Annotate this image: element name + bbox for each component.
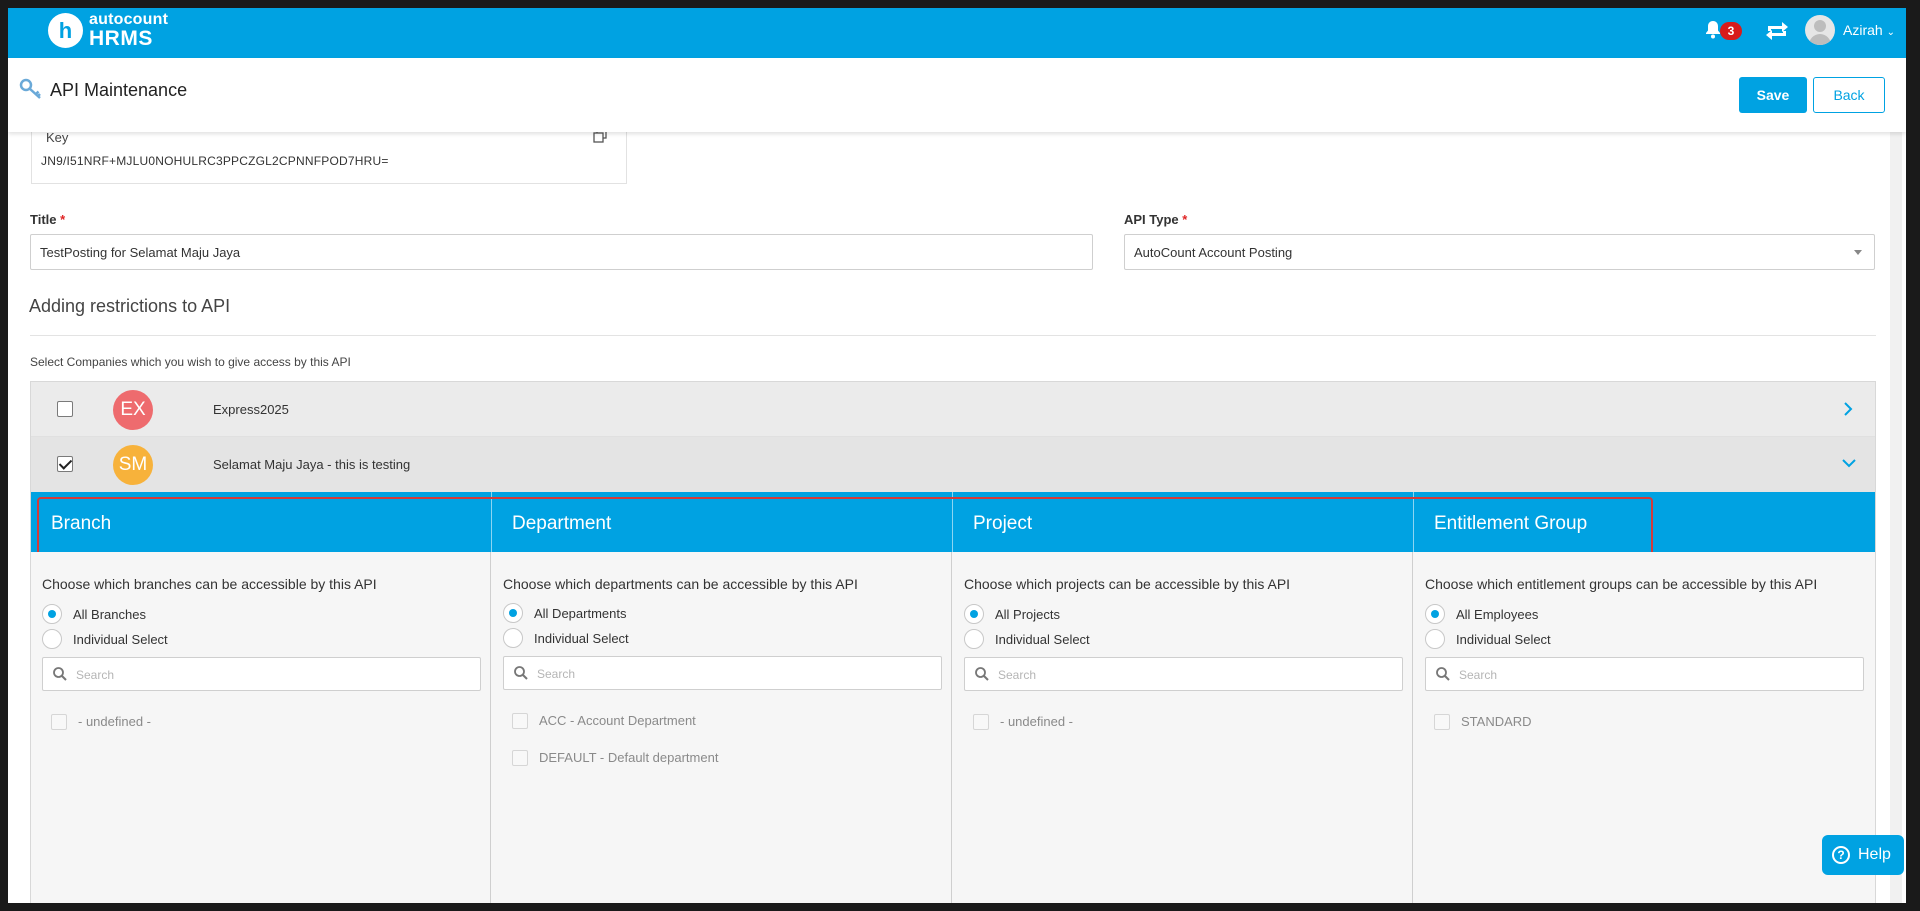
branch-search-input[interactable]: Search <box>42 657 481 691</box>
chevron-down-icon: ⌄ <box>1886 27 1895 38</box>
required-mark: * <box>1182 212 1188 227</box>
user-avatar[interactable] <box>1805 15 1835 45</box>
search-placeholder: Search <box>76 668 115 682</box>
search-icon <box>513 665 529 686</box>
notification-count-badge: 3 <box>1720 22 1742 40</box>
item-checkbox[interactable] <box>51 714 67 730</box>
page-header: API Maintenance Save Back <box>8 58 1906 132</box>
radio-individual-select-label: Individual Select <box>73 632 168 647</box>
api-key-box: Key JN9/I51NRF+MJLU0NOHULRC3PPCZGL2CPNNF… <box>31 126 627 184</box>
restriction-columns: Choose which branches can be accessible … <box>31 552 1875 903</box>
radio-all-branches-label: All Branches <box>73 607 146 622</box>
key-label: Key <box>46 130 69 145</box>
title-input[interactable]: TestPosting for Selamat Maju Jaya <box>30 234 1093 270</box>
api-type-value: AutoCount Account Posting <box>1134 245 1293 260</box>
radio-all-employees[interactable] <box>1425 604 1445 624</box>
user-menu[interactable]: Azirah ⌄ <box>1843 22 1895 38</box>
item-checkbox[interactable] <box>973 714 989 730</box>
radio-all-departments[interactable] <box>503 603 523 623</box>
logo-line1: autocount <box>89 11 169 28</box>
radio-individual-select-label: Individual Select <box>995 632 1090 647</box>
company-row-express2025[interactable]: EX Express2025 <box>31 382 1875 437</box>
company-name: Selamat Maju Jaya - this is testing <box>213 457 411 472</box>
company-name: Express2025 <box>213 402 289 417</box>
restrictions-heading: Adding restrictions to API <box>29 296 231 316</box>
radio-all-departments-label: All Departments <box>534 606 627 621</box>
back-button[interactable]: Back <box>1813 77 1885 113</box>
username-label: Azirah <box>1843 22 1883 38</box>
logo-line2: HRMS <box>89 27 153 50</box>
radio-individual-select[interactable] <box>503 628 523 648</box>
branch-column: Choose which branches can be accessible … <box>31 552 491 903</box>
list-item-label: STANDARD <box>1461 714 1532 729</box>
radio-all-projects-label: All Projects <box>995 607 1061 622</box>
window-edge <box>1906 0 1920 911</box>
question-icon: ? <box>1832 846 1850 864</box>
item-checkbox[interactable] <box>512 750 528 766</box>
required-mark: * <box>60 212 66 227</box>
sync-icon[interactable] <box>1764 20 1790 47</box>
radio-all-branches[interactable] <box>42 604 62 624</box>
branch-description: Choose which branches can be accessible … <box>42 576 377 592</box>
key-icon <box>19 78 43 105</box>
radio-individual-select[interactable] <box>1425 629 1445 649</box>
api-type-select[interactable]: AutoCount Account Posting <box>1124 234 1875 270</box>
department-column: Choose which departments can be accessib… <box>492 552 952 903</box>
list-item-label: DEFAULT - Default department <box>539 750 719 765</box>
item-checkbox[interactable] <box>1434 714 1450 730</box>
list-item-label: - undefined - <box>78 714 151 729</box>
companies-label: Select Companies which you wish to give … <box>30 355 351 369</box>
company-list: EX Express2025 SM Selamat Maju Jaya - th… <box>30 381 1876 903</box>
item-checkbox[interactable] <box>512 713 528 729</box>
search-icon <box>1435 666 1451 687</box>
project-column: Choose which projects can be accessible … <box>953 552 1413 903</box>
radio-all-projects[interactable] <box>964 604 984 624</box>
caret-down-icon <box>1854 250 1862 255</box>
api-type-label-text: API Type <box>1124 212 1179 227</box>
company-avatar: EX <box>113 390 153 430</box>
search-icon <box>52 666 68 687</box>
page-title: API Maintenance <box>50 80 188 100</box>
radio-individual-select-label: Individual Select <box>534 631 629 646</box>
company-avatar: SM <box>113 445 153 485</box>
project-description: Choose which projects can be accessible … <box>964 576 1291 592</box>
chevron-right-icon[interactable] <box>1841 401 1855 422</box>
search-placeholder: Search <box>537 667 576 681</box>
list-item-label: - undefined - <box>1000 714 1073 729</box>
radio-individual-select-label: Individual Select <box>1456 632 1551 647</box>
list-item-label: ACC - Account Department <box>539 713 696 728</box>
entitlement-group-column: Choose which entitlement groups can be a… <box>1414 552 1875 903</box>
app-logo[interactable]: h autocount HRMS <box>48 12 168 49</box>
vertical-scrollbar[interactable] <box>1890 132 1902 903</box>
search-icon <box>974 666 990 687</box>
entitlement-group-search-input[interactable]: Search <box>1425 657 1864 691</box>
main-content: Key JN9/I51NRF+MJLU0NOHULRC3PPCZGL2CPNNF… <box>8 126 1906 903</box>
department-description: Choose which departments can be accessib… <box>503 576 858 592</box>
chevron-down-icon[interactable] <box>1841 456 1857 475</box>
company-row-selamat-maju-jaya[interactable]: SM Selamat Maju Jaya - this is testing <box>31 437 1875 492</box>
search-placeholder: Search <box>998 668 1037 682</box>
help-button[interactable]: ? Help <box>1822 835 1904 875</box>
app-window: h autocount HRMS 3 Azirah ⌄ API Maintena… <box>8 8 1906 903</box>
project-search-input[interactable]: Search <box>964 657 1403 691</box>
annotation-highlight-box <box>37 497 1653 556</box>
radio-all-employees-label: All Employees <box>1456 607 1539 622</box>
radio-individual-select[interactable] <box>42 629 62 649</box>
title-label: Title * <box>30 212 65 227</box>
save-button[interactable]: Save <box>1739 77 1807 113</box>
search-placeholder: Search <box>1459 668 1498 682</box>
top-navbar: h autocount HRMS 3 Azirah ⌄ <box>8 8 1906 58</box>
api-type-label: API Type * <box>1124 212 1187 227</box>
help-label: Help <box>1858 846 1891 863</box>
title-label-text: Title <box>30 212 57 227</box>
department-search-input[interactable]: Search <box>503 656 942 690</box>
divider <box>30 335 1876 336</box>
entitlement-group-description: Choose which entitlement groups can be a… <box>1425 576 1818 592</box>
logo-mark: h <box>48 13 83 48</box>
logo-text: autocount HRMS <box>89 11 169 50</box>
company-checkbox[interactable] <box>57 401 73 417</box>
radio-individual-select[interactable] <box>964 629 984 649</box>
company-checkbox[interactable] <box>57 456 73 472</box>
key-value: JN9/I51NRF+MJLU0NOHULRC3PPCZGL2CPNNFPOD7… <box>41 154 389 168</box>
